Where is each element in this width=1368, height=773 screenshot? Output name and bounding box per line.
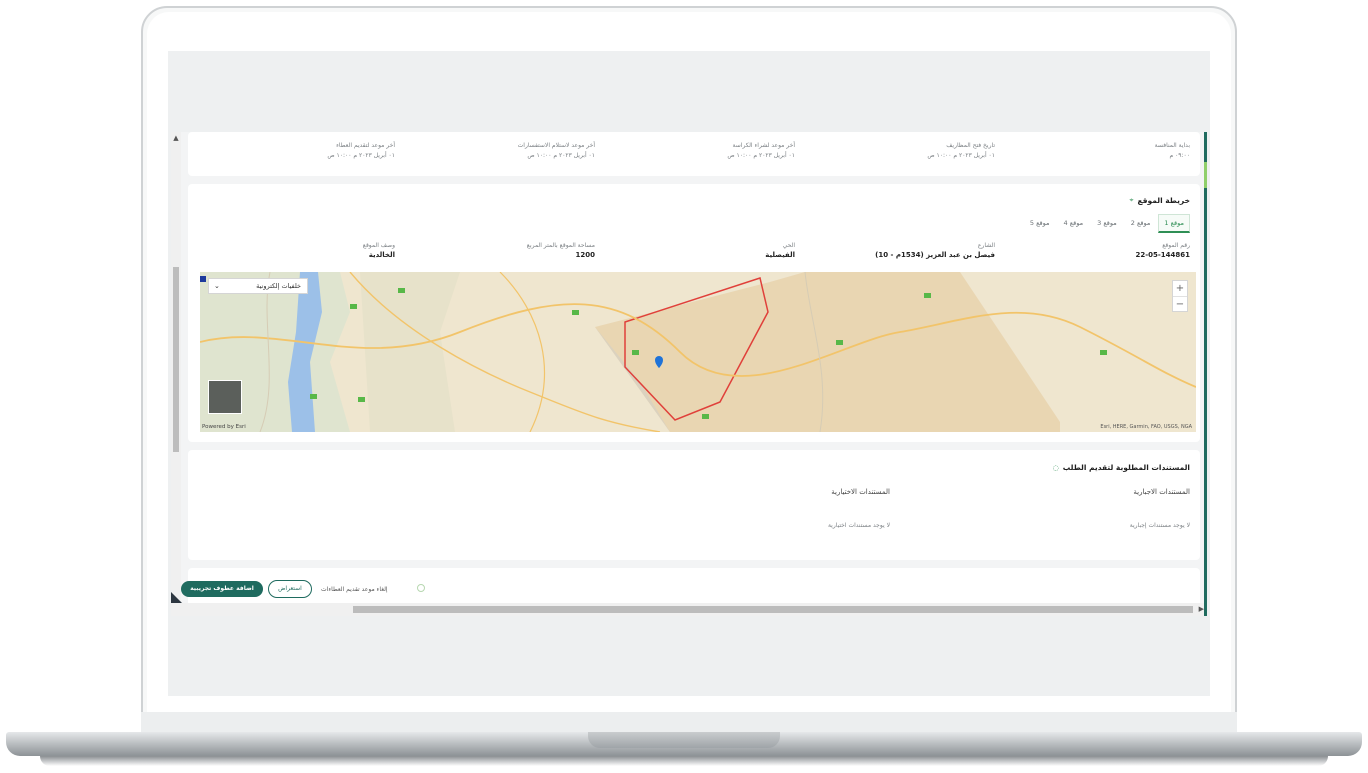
horizontal-scrollbar[interactable]: ▶ [171, 603, 1207, 616]
screen: ▲ بداية المنافسة ٠٩:٠٠ م تاريخ فتح المظا… [168, 51, 1210, 696]
timeline-value-1: ٠٩:٠٠ م [1169, 152, 1190, 159]
basemap-select-label: خلفيات إلكترونية [256, 282, 301, 290]
cancel-icon[interactable] [417, 584, 425, 592]
site-field-label-5: وصف الموقع [362, 242, 395, 249]
site-field-label-2: الشارع [977, 242, 995, 249]
tab-site-5[interactable]: موقع 5 [1024, 214, 1056, 233]
optional-documents-header: المستندات الاختيارية [831, 488, 890, 496]
optional-documents-empty: لا يوجد مستندات اختيارية [827, 522, 890, 529]
action-bar: اضافة عطوف تجريبية استعراض إلغاء موعد تق… [171, 573, 1207, 603]
required-documents-card: المستندات المطلوبة لتقديم الطلب ◌ المستن… [188, 450, 1200, 560]
timeline-label-5: أخر موعد لتقديم العطاء [336, 142, 395, 149]
zoom-out-button[interactable]: − [1173, 296, 1187, 311]
mandatory-documents-empty: لا يوجد مستندات إجبارية [1129, 522, 1190, 529]
timeline-label-3: أخر موعد لشراء الكراسة [732, 142, 795, 149]
documents-header: المستندات المطلوبة لتقديم الطلب ◌ [1053, 463, 1190, 472]
timeline-value-4: ٠١ أبريل ٢٠٢٣ م ١٠:٠٠ ص [527, 152, 595, 159]
tab-site-3[interactable]: موقع 3 [1091, 214, 1123, 233]
auction-timeline-card: بداية المنافسة ٠٩:٠٠ م تاريخ فتح المظاري… [188, 132, 1200, 176]
map-pin-icon: ⌖ [1129, 196, 1134, 204]
tab-site-2[interactable]: موقع 2 [1125, 214, 1157, 233]
basemap-select[interactable]: خلفيات إلكترونية ⌄ [208, 278, 308, 294]
tab-site-4[interactable]: موقع 4 [1058, 214, 1090, 233]
right-accent-highlight [1204, 162, 1207, 188]
documents-title: المستندات المطلوبة لتقديم الطلب [1062, 463, 1190, 472]
site-map-title: خريطة الموقع [1137, 196, 1190, 205]
site-field-value-1: 22-05-144861 [1135, 251, 1190, 259]
tab-site-1[interactable]: موقع 1 [1158, 214, 1190, 233]
site-field-label-4: مساحة الموقع بالمتر المربع [526, 242, 595, 249]
zoom-in-button[interactable]: + [1173, 281, 1187, 296]
map-legend-icon [200, 276, 206, 282]
site-tabs: موقع 1 موقع 2 موقع 3 موقع 4 موقع 5 [1024, 214, 1190, 233]
site-field-label-1: رقم الموقع [1162, 242, 1190, 249]
scroll-up-icon[interactable]: ▲ [172, 134, 180, 142]
add-test-bid-button[interactable]: اضافة عطوف تجريبية [181, 581, 263, 597]
document-icon: ◌ [1052, 463, 1059, 472]
horizontal-scroll-thumb[interactable] [353, 606, 1193, 613]
site-map[interactable]: خلفيات إلكترونية ⌄ + − Powered by Esri E… [200, 272, 1196, 432]
page-viewport: ▲ بداية المنافسة ٠٩:٠٠ م تاريخ فتح المظا… [171, 132, 1207, 616]
site-map-card: خريطة الموقع ⌖ موقع 1 موقع 2 موقع 3 موقع… [188, 184, 1200, 442]
timeline-label-4: أخر موعد لاستلام الاستفسارات [517, 142, 595, 149]
timeline-label-2: تاريخ فتح المظاريف [946, 142, 995, 149]
map-canvas [200, 272, 1196, 432]
timeline-value-2: ٠١ أبريل ٢٠٢٣ م ١٠:٠٠ ص [927, 152, 995, 159]
cancel-bid-deadline-link[interactable]: إلغاء موعد تقديم العطاءات [321, 586, 388, 593]
timeline-value-3: ٠١ أبريل ٢٠٢٣ م ١٠:٠٠ ص [727, 152, 795, 159]
site-field-value-3: الفيصلية [765, 251, 795, 259]
site-field-label-3: الحي [782, 242, 795, 249]
chevron-down-icon: ⌄ [214, 282, 220, 290]
right-accent-bar [1204, 132, 1207, 616]
map-zoom-control: + − [1172, 280, 1188, 312]
laptop-bezel [141, 712, 1237, 734]
mandatory-documents-header: المستندات الاجبارية [1133, 488, 1190, 496]
preview-button[interactable]: استعراض [268, 580, 312, 598]
vertical-scroll-thumb[interactable] [173, 267, 179, 452]
site-map-header: خريطة الموقع ⌖ [1130, 196, 1190, 205]
laptop-notch [588, 732, 780, 748]
map-powered-by[interactable]: Powered by Esri [202, 424, 246, 430]
site-field-value-5: الخالدية [368, 251, 395, 259]
vertical-scrollbar[interactable]: ▲ [171, 132, 181, 602]
basemap-toggle-thumbnail[interactable] [208, 380, 242, 414]
site-field-value-4: 1200 [575, 251, 595, 259]
map-attribution: Esri, HERE, Garmin, FAO, USGS, NGA [1100, 424, 1192, 430]
laptop-shadow [40, 756, 1328, 766]
timeline-label-1: بداية المنافسة [1154, 142, 1190, 149]
site-field-value-2: فيصل بن عبد العزيز (1534م - 10) [875, 251, 995, 259]
timeline-value-5: ٠١ أبريل ٢٠٢٣ م ١٠:٠٠ ص [327, 152, 395, 159]
